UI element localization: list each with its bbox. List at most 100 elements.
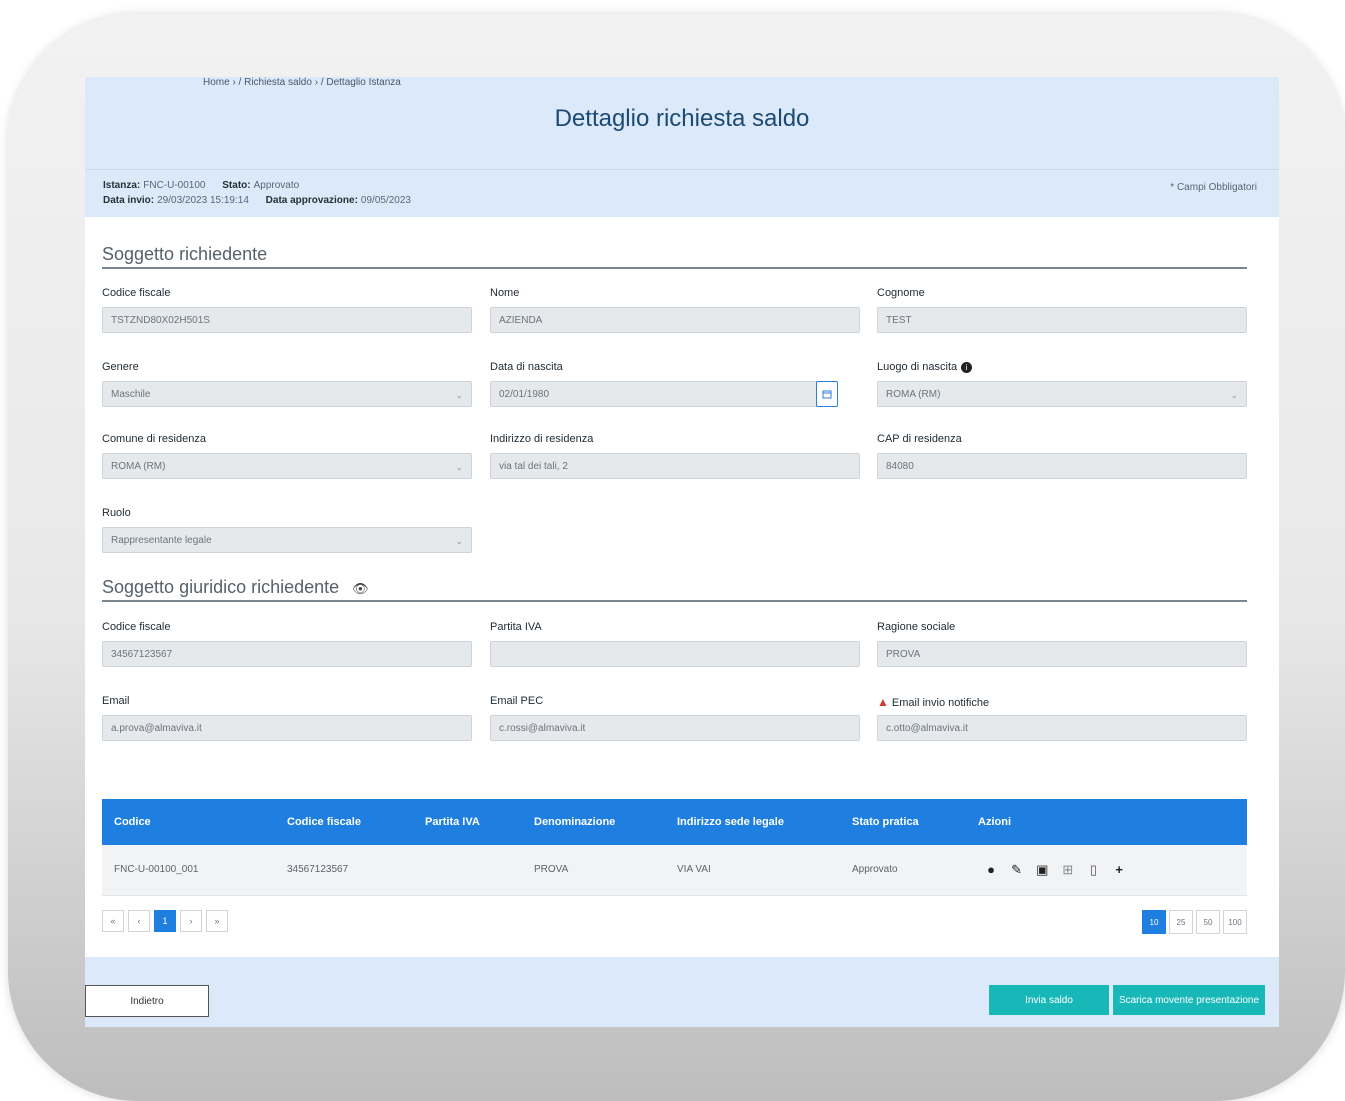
page-size-50[interactable]: 50 (1196, 910, 1220, 934)
data-invio-value: 29/03/2023 15:19:14 (157, 195, 249, 206)
genere-value: Maschile (111, 389, 151, 400)
section-title-giuridico-text: Soggetto giuridico richiedente (102, 577, 340, 597)
field-giur-codice-fiscale: Codice fiscale 34567123567 (102, 621, 472, 667)
partita-iva-label: Partita IVA (490, 621, 542, 633)
email-notifiche-label-text: Email invio notifiche (891, 697, 990, 709)
data-invio-label: Data invio: (103, 195, 155, 206)
cognome-label: Cognome (877, 287, 925, 299)
cap-label: CAP di residenza (877, 433, 962, 445)
id-card-icon[interactable]: ▣ (1031, 845, 1053, 895)
nome-label: Nome (490, 287, 520, 299)
email-notifiche-input[interactable]: c.otto@almaviva.it (877, 715, 1247, 741)
section-title-soggetto: Soggetto richiedente (102, 244, 1247, 269)
eye-icon[interactable]: ● (980, 845, 1002, 895)
data-nascita-label: Data di nascita (490, 361, 563, 373)
codice-fiscale-label: Codice fiscale (102, 287, 171, 299)
cell-codice-fiscale: 34567123567 (287, 864, 349, 875)
col-stato[interactable]: Stato pratica (852, 799, 919, 845)
istanza-label: Istanza: (103, 180, 141, 191)
request-info-bar: Istanza: FNC-U-00100 Stato: Approvato Data… (85, 169, 1279, 218)
section-title-giuridico: Soggetto giuridico richiedente 👁 (102, 577, 1247, 602)
download-button[interactable]: Scarica movente presentazione (1113, 985, 1265, 1015)
breadcrumb[interactable]: Home › / Richiesta saldo › / Dettaglio I… (203, 77, 401, 88)
cell-codice: FNC-U-00100_001 (114, 864, 199, 875)
document-icon[interactable]: ▯ (1083, 845, 1105, 895)
entities-table: Codice Codice fiscale Partita IVA Denomi… (102, 799, 1247, 896)
indirizzo-input[interactable]: via tal dei tali, 2 (490, 453, 860, 479)
page-size-25[interactable]: 25 (1169, 910, 1193, 934)
row-actions: ● ✎ ▣ ⊞ ▯ + (980, 845, 1130, 895)
genere-select[interactable]: Maschile ⌄ (102, 381, 472, 407)
page-size-100[interactable]: 100 (1223, 910, 1247, 934)
field-cap: CAP di residenza 84080 (877, 433, 1247, 479)
field-email: Email a.prova@almaviva.it (102, 695, 472, 741)
field-codice-fiscale: Codice fiscale TSTZND80X02H501S (102, 287, 472, 333)
col-codice[interactable]: Codice (114, 799, 151, 845)
col-partita-iva[interactable]: Partita IVA (425, 799, 480, 845)
cell-stato: Approvato (852, 864, 898, 875)
luogo-nascita-select[interactable]: ROMA (RM) ⌄ (877, 381, 1247, 407)
info-line-1: Istanza: FNC-U-00100 Stato: Approvato (103, 180, 299, 191)
required-fields-note: * Campi Obbligatori (1170, 182, 1257, 193)
field-luogo-nascita: Luogo di nascita i ROMA (RM) ⌄ (877, 361, 1247, 407)
page-current-button[interactable]: 1 (154, 910, 176, 932)
ruolo-value: Rappresentante legale (111, 535, 212, 546)
table-row: FNC-U-00100_001 34567123567 PROVA VIA VA… (102, 845, 1247, 896)
ragione-sociale-input[interactable]: PROVA (877, 641, 1247, 667)
stato-value: Approvato (253, 180, 300, 191)
cognome-input[interactable]: TEST (877, 307, 1247, 333)
field-comune: Comune di residenza ROMA (RM) ⌄ (102, 433, 472, 479)
page-next-button[interactable]: › (180, 910, 202, 932)
email-pec-input[interactable]: c.rossi@almaviva.it (490, 715, 860, 741)
calendar-icon[interactable] (816, 381, 838, 407)
grid-icon[interactable]: ⊞ (1057, 845, 1079, 895)
comune-value: ROMA (RM) (111, 461, 166, 472)
pagination: « ‹ 1 › » (102, 910, 228, 932)
cap-input[interactable]: 84080 (877, 453, 1247, 479)
info-line-2: Data invio: 29/03/2023 15:19:14 Data appr… (103, 195, 411, 206)
field-data-nascita: Data di nascita 02/01/1980 (490, 361, 860, 407)
email-label: Email (102, 695, 130, 707)
partita-iva-input[interactable] (490, 641, 860, 667)
page-last-button[interactable]: » (206, 910, 228, 932)
page-first-button[interactable]: « (102, 910, 124, 932)
chevron-down-icon: ⌄ (1230, 390, 1238, 400)
col-denominazione[interactable]: Denominazione (534, 799, 615, 845)
field-email-pec: Email PEC c.rossi@almaviva.it (490, 695, 860, 741)
istanza-value: FNC-U-00100 (143, 180, 206, 191)
field-nome: Nome AZIENDA (490, 287, 860, 333)
field-ruolo: Ruolo Rappresentante legale ⌄ (102, 507, 472, 553)
col-azioni: Azioni (978, 816, 1011, 828)
page-prev-button[interactable]: ‹ (128, 910, 150, 932)
col-codice-fiscale[interactable]: Codice fiscale (287, 799, 361, 845)
col-indirizzo[interactable]: Indirizzo sede legale (677, 799, 784, 845)
field-cognome: Cognome TEST (877, 287, 1247, 333)
chevron-down-icon: ⌄ (455, 536, 463, 546)
eye-icon[interactable]: 👁 (352, 581, 369, 596)
send-balance-button[interactable]: Invia saldo (989, 985, 1109, 1015)
field-partita-iva: Partita IVA (490, 621, 860, 667)
field-genere: Genere Maschile ⌄ (102, 361, 472, 407)
info-icon[interactable]: i (961, 361, 973, 373)
codice-fiscale-input[interactable]: TSTZND80X02H501S (102, 307, 472, 333)
stato-label: Stato: (222, 180, 251, 191)
indirizzo-label: Indirizzo di residenza (490, 433, 594, 445)
app-window: Home › / Richiesta saldo › / Dettaglio I… (85, 77, 1279, 1027)
nome-input[interactable]: AZIENDA (490, 307, 860, 333)
genere-label: Genere (102, 361, 139, 373)
ruolo-select[interactable]: Rappresentante legale ⌄ (102, 527, 472, 553)
ruolo-label: Ruolo (102, 507, 131, 519)
plus-icon[interactable]: + (1108, 845, 1130, 895)
footer-bar: Indietro Invia saldo Scarica movente pre… (85, 957, 1279, 1027)
email-input[interactable]: a.prova@almaviva.it (102, 715, 472, 741)
comune-select[interactable]: ROMA (RM) ⌄ (102, 453, 472, 479)
page-size-10[interactable]: 10 (1142, 910, 1166, 934)
back-button[interactable]: Indietro (85, 985, 209, 1017)
luogo-nascita-label-text: Luogo di nascita (877, 361, 958, 373)
cell-indirizzo: VIA VAI (677, 864, 711, 875)
data-nascita-input[interactable]: 02/01/1980 (490, 381, 838, 407)
email-pec-label: Email PEC (490, 695, 544, 707)
page-header: Home › / Richiesta saldo › / Dettaglio I… (85, 77, 1279, 169)
paperclip-icon[interactable]: ✎ (1006, 845, 1028, 895)
giur-codice-fiscale-input[interactable]: 34567123567 (102, 641, 472, 667)
